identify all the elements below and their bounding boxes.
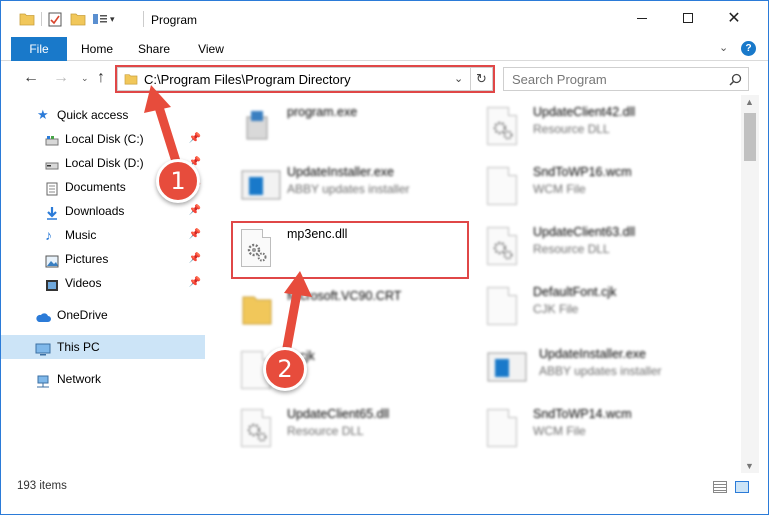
file-explorer-window: ▾ Program ✕ File Home Share View ⌄ ? ← →… — [0, 0, 769, 515]
step-2-badge: 2 — [263, 347, 307, 391]
step-1-badge: 1 — [156, 159, 200, 203]
arrow-2 — [281, 271, 312, 358]
annotation-arrows — [144, 85, 312, 358]
arrow-1 — [144, 85, 184, 176]
